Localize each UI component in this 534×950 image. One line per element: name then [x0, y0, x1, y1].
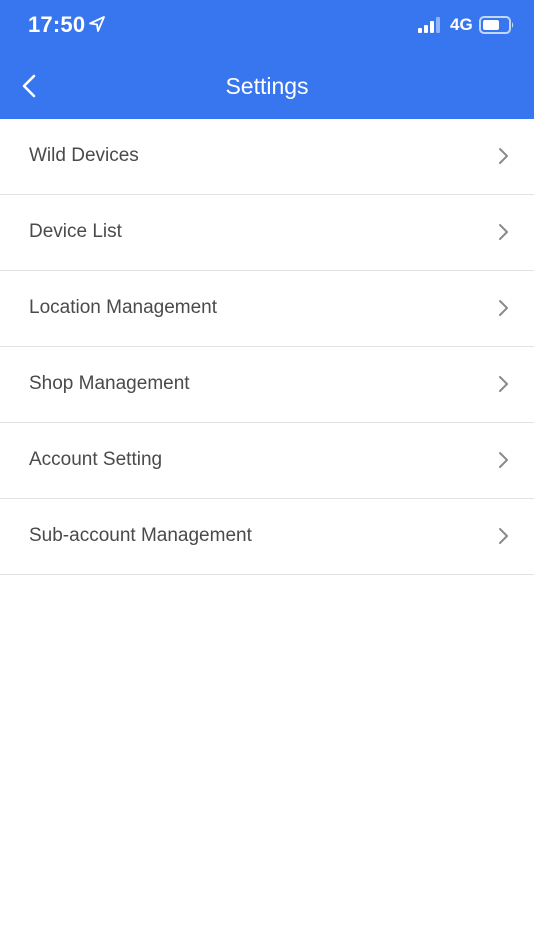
signal-bars-icon — [418, 17, 440, 33]
settings-list: Wild Devices Device List Location Manage… — [0, 119, 534, 575]
menu-item-wild-devices[interactable]: Wild Devices — [0, 119, 534, 195]
menu-item-label: Wild Devices — [29, 145, 139, 166]
battery-icon — [479, 16, 514, 34]
chevron-right-icon — [499, 376, 508, 392]
menu-item-location-management[interactable]: Location Management — [0, 271, 534, 347]
chevron-right-icon — [499, 452, 508, 468]
menu-item-label: Shop Management — [29, 373, 190, 394]
page-title: Settings — [225, 73, 309, 99]
menu-item-label: Sub-account Management — [29, 525, 252, 546]
menu-item-account-setting[interactable]: Account Setting — [0, 423, 534, 499]
menu-item-label: Device List — [29, 221, 122, 242]
status-time: 17:50 — [28, 12, 86, 37]
chevron-right-icon — [499, 224, 508, 240]
status-bar: 17:50 4G — [0, 0, 534, 52]
app-header: 17:50 4G Settings — [0, 0, 534, 119]
menu-item-sub-account-management[interactable]: Sub-account Management — [0, 499, 534, 575]
menu-item-shop-management[interactable]: Shop Management — [0, 347, 534, 423]
chevron-right-icon — [499, 528, 508, 544]
menu-item-label: Account Setting — [29, 449, 163, 470]
network-type: 4G — [450, 15, 473, 34]
menu-item-label: Location Management — [29, 297, 218, 318]
location-arrow-icon — [89, 16, 105, 32]
menu-item-device-list[interactable]: Device List — [0, 195, 534, 271]
chevron-right-icon — [499, 300, 508, 316]
navigation-bar: Settings — [0, 52, 534, 119]
chevron-right-icon — [499, 148, 508, 164]
